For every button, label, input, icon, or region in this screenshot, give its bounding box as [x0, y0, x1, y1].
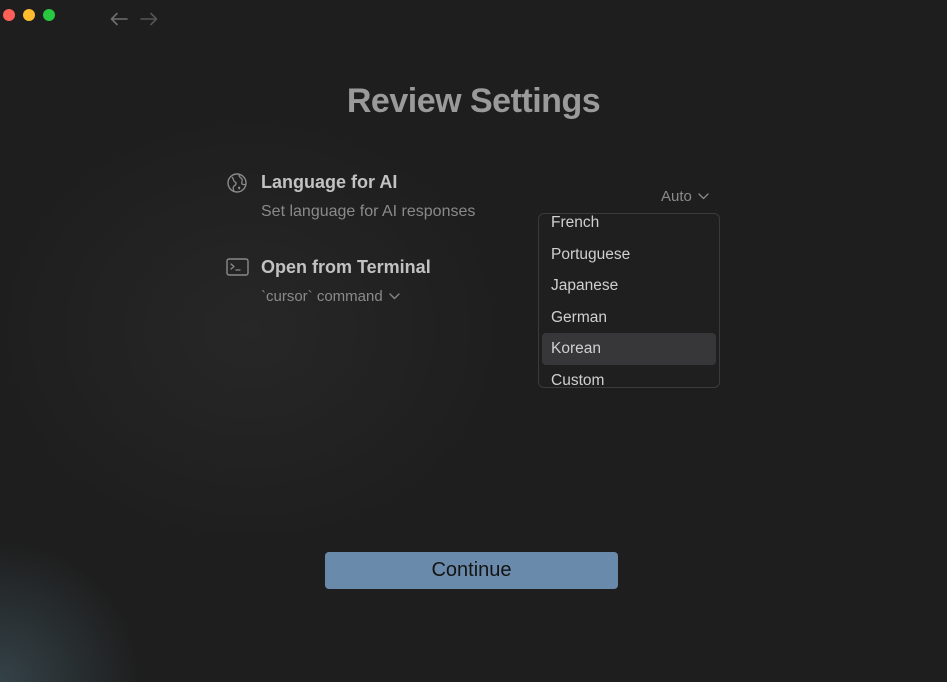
language-options-list: French Portuguese Japanese German Korean…	[539, 214, 719, 387]
terminal-command-select[interactable]: `cursor` command	[261, 288, 400, 305]
dropdown-option-portuguese[interactable]: Portuguese	[542, 239, 716, 271]
setup-window: Review Settings Language for AI Set lang…	[0, 0, 947, 682]
language-setting-description: Set language for AI responses	[261, 203, 476, 220]
terminal-command-value: `cursor` command	[261, 288, 383, 305]
dropdown-option-german[interactable]: German	[542, 302, 716, 334]
globe-icon	[226, 172, 248, 194]
page-title: Review Settings	[346, 82, 601, 120]
terminal-setting-title: Open from Terminal	[261, 257, 431, 277]
chevron-down-icon	[698, 193, 709, 200]
dropdown-option-korean[interactable]: Korean	[542, 333, 716, 365]
navigation-arrows	[110, 10, 158, 28]
window-controls	[3, 9, 55, 21]
chevron-down-icon	[389, 293, 400, 300]
forward-arrow-icon[interactable]	[140, 10, 158, 28]
zoom-window-button[interactable]	[43, 9, 55, 21]
language-select[interactable]: Auto	[661, 188, 709, 205]
back-arrow-icon[interactable]	[110, 10, 128, 28]
minimize-window-button[interactable]	[23, 9, 35, 21]
language-dropdown-menu[interactable]: French Portuguese Japanese German Korean…	[538, 213, 720, 388]
language-select-value: Auto	[661, 188, 692, 205]
dropdown-option-custom[interactable]: Custom	[542, 365, 716, 387]
terminal-icon	[226, 257, 249, 279]
dropdown-option-french[interactable]: French	[542, 214, 716, 239]
continue-button[interactable]: Continue	[325, 552, 618, 589]
close-window-button[interactable]	[3, 9, 15, 21]
dropdown-option-japanese[interactable]: Japanese	[542, 270, 716, 302]
language-setting-title: Language for AI	[261, 172, 398, 192]
